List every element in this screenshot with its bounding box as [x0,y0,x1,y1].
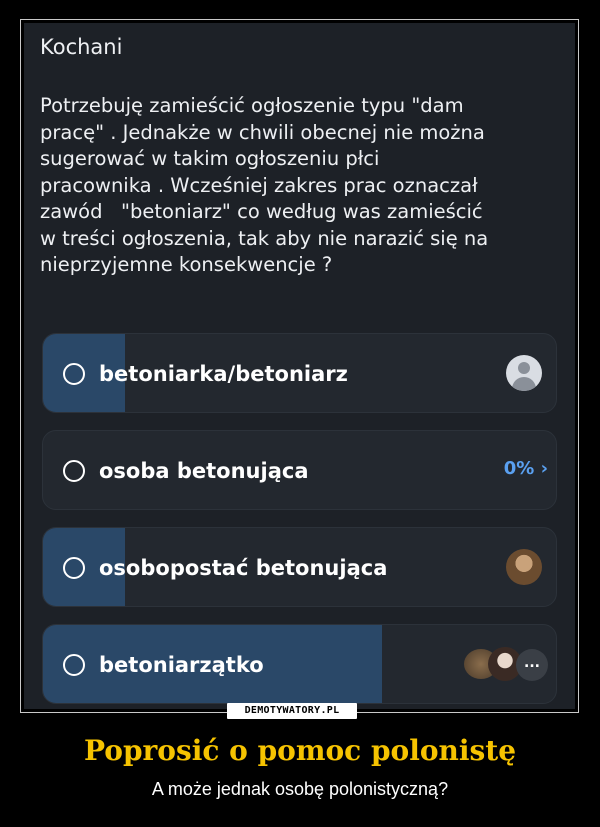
caption-title: Poprosić o pomoc polonistę [83,734,517,767]
voter-avatar-icon [506,549,542,585]
more-voters-icon: ... [516,649,548,681]
poll-option-osoba-betonujaca[interactable]: osoba betonująca 0% › [42,430,557,510]
post-greeting: Kochani [40,35,123,59]
radio-circle-icon[interactable] [63,557,85,579]
post-message: Potrzebuję zamieścić ogłoszenie typu "da… [40,94,489,276]
radio-circle-icon[interactable] [63,460,85,482]
poll-option-label: betoniarka/betoniarz [99,362,348,386]
site-watermark: DEMOTYWATORY.PL [227,703,357,719]
radio-circle-icon[interactable] [63,654,85,676]
poll-percent-link[interactable]: 0% › [504,458,548,479]
poll-option-label: osoba betonująca [99,459,309,483]
default-avatar-icon [506,355,542,391]
poll-option-label: betoniarzątko [99,653,264,677]
poll-option-betoniarka[interactable]: betoniarka/betoniarz [42,333,557,413]
poll-option-betoniarzatko[interactable]: betoniarzątko ... [42,624,557,704]
screenshot-panel: Kochani Potrzebuję zamieścić ogłoszenie … [24,23,575,709]
poll-percent-value: 0% [503,458,535,479]
chevron-right-icon: › [540,458,548,479]
caption-subtitle: A może jednak osobę polonistyczną? [151,779,449,799]
poll-option-osobopostac[interactable]: osobopostać betonująca [42,527,557,607]
radio-circle-icon[interactable] [63,363,85,385]
poll-option-label: osobopostać betonująca [99,556,388,580]
